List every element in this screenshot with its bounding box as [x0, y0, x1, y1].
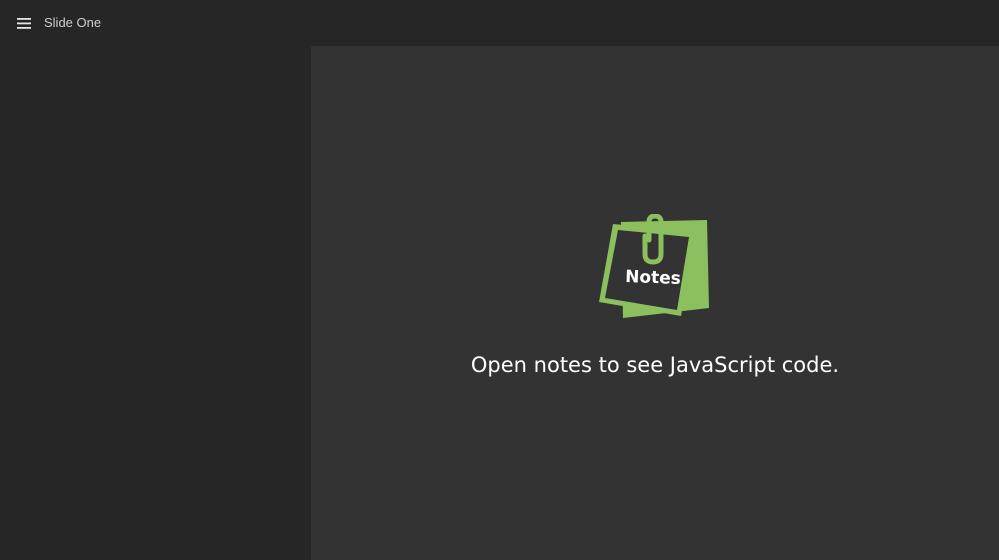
- sidebar: [0, 46, 311, 560]
- hamburger-menu-icon: [17, 17, 31, 29]
- notes-logo: Notes: [597, 214, 713, 320]
- menu-button[interactable]: [12, 11, 36, 35]
- slide-message: Open notes to see JavaScript code.: [470, 353, 840, 377]
- page-title: Slide One: [44, 15, 102, 30]
- notes-logo-label: Notes: [624, 267, 682, 289]
- slide-stage: Notes Open notes to see JavaScript code.: [311, 46, 999, 560]
- app-window: Slide One Notes Open notes to see JavaSc…: [0, 0, 999, 560]
- top-bar: Slide One: [0, 0, 999, 46]
